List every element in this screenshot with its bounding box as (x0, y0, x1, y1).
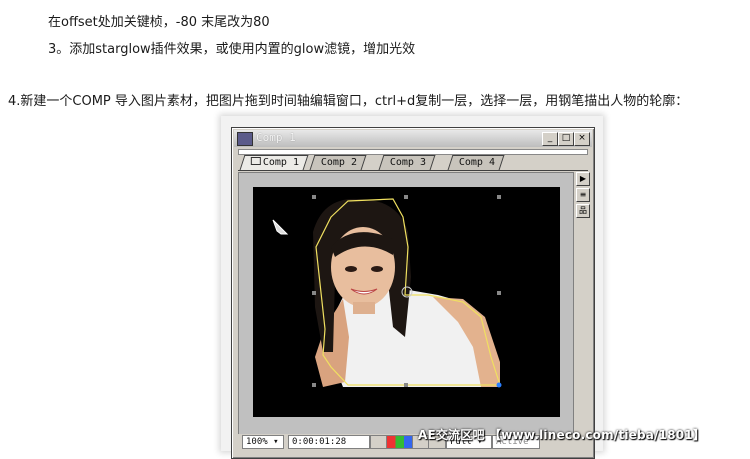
tab-comp-4[interactable]: Comp 4 (447, 155, 505, 170)
app-icon (237, 132, 253, 146)
article-line-3: 4.新建一个COMP 导入图片素材，把图片拖到时间轴编辑窗口，ctrl+d复制一… (8, 94, 689, 109)
tab-comp-2[interactable]: Comp 2 (309, 155, 367, 170)
tab-label: Comp 3 (389, 157, 426, 168)
layer-handle[interactable] (404, 195, 408, 199)
zoom-select[interactable]: 100% ▾ (242, 435, 284, 449)
layer-handle[interactable] (312, 291, 316, 295)
article-line-1: 在offset处加关键桢，-80 末尾改为80 (48, 15, 270, 30)
timecode-field[interactable]: 0:00:01:28 (288, 435, 370, 449)
tab-label: Comp 2 (320, 157, 357, 168)
tab-label: Comp 1 (262, 157, 299, 168)
pen-cursor-icon (272, 219, 289, 235)
subject-eye-left (345, 266, 357, 272)
close-button[interactable]: × (574, 132, 590, 146)
viewer-sidebar: ▶ ≡ 品 (576, 172, 590, 435)
subject-eye-right (371, 266, 383, 272)
comp-tabs: Comp 1 Comp 2 Comp 3 Comp 4 (238, 155, 588, 171)
window-title: Comp 1 (256, 131, 296, 144)
watermark: AE交流区吧 【www.lineco.com/tieba/1801】 (418, 428, 706, 442)
tab-label: Comp 4 (458, 157, 495, 168)
article-line-2: 3。添加starglow插件效果，或使用内置的glow滤镜，增加光效 (48, 42, 416, 57)
zoom-value: 100% (246, 437, 268, 447)
arrow-right-icon[interactable]: ▶ (576, 172, 590, 186)
tab-comp-3[interactable]: Comp 3 (378, 155, 436, 170)
layer-handle[interactable] (497, 195, 501, 199)
canvas-artwork (272, 195, 502, 388)
subject-neck (353, 302, 375, 314)
timecode-value: 0:00:01:28 (292, 437, 347, 447)
layer-handle[interactable] (312, 383, 316, 387)
minimize-button[interactable]: _ (542, 132, 558, 146)
layer-handle[interactable] (497, 291, 501, 295)
layer-handle[interactable] (312, 195, 316, 199)
maximize-button[interactable]: □ (558, 132, 574, 146)
tab-divider (238, 170, 588, 171)
window-titlebar[interactable]: Comp 1 _ □ × (234, 130, 592, 147)
mask-anchor-point[interactable] (496, 382, 502, 388)
network-icon[interactable]: 品 (576, 204, 590, 218)
comp-canvas[interactable] (253, 187, 560, 417)
tab-comp-1[interactable]: Comp 1 (239, 155, 309, 170)
comp-icon (250, 157, 261, 165)
color-channels-icon[interactable] (386, 435, 414, 449)
layers-icon[interactable]: ≡ (576, 188, 590, 202)
layer-handle[interactable] (404, 383, 408, 387)
